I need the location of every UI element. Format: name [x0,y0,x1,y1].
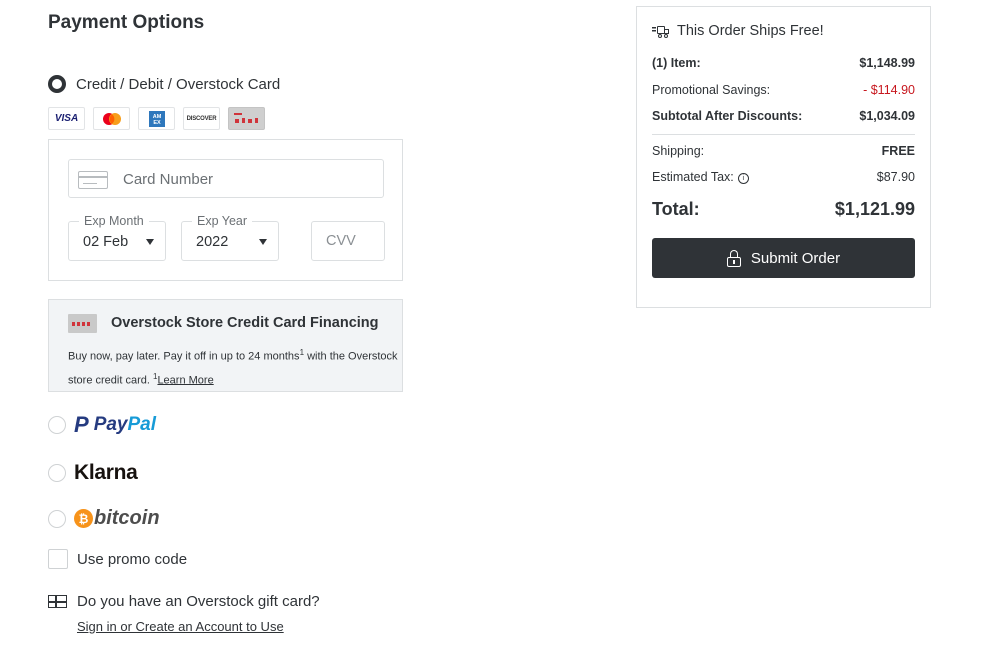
shipping-row: Shipping: FREE [652,144,915,158]
payment-option-bitcoin[interactable]: ₿ bitcoin [48,507,160,530]
card-number-placeholder: Card Number [123,171,214,188]
overstock-card-logo [228,107,265,130]
radio-paypal[interactable] [48,416,66,434]
total-row: Total: $1,121.99 [652,199,915,220]
gift-card-row: Do you have an Overstock gift card? [48,593,320,610]
visa-logo-text: VISA [54,113,79,124]
payment-option-card[interactable]: Credit / Debit / Overstock Card [48,75,280,93]
card-form: Card Number Exp Month 02 Feb Exp Year 20… [48,139,403,281]
amex-icon: AM EX [148,110,165,127]
overstock-card-icon [233,112,258,123]
bitcoin-icon: ₿ [74,509,93,528]
exp-month-label: Exp Month [79,214,149,228]
svg-text:EX: EX [153,120,161,126]
overstock-card-icon [68,314,97,333]
card-number-input[interactable]: Card Number [68,159,384,198]
sign-in-link[interactable]: Sign in or Create an Account to Use [77,619,284,634]
savings-label: Promotional Savings: [652,83,771,97]
lock-icon [726,249,741,267]
paypal-logo: P Pay Pal [74,412,156,438]
subtotal-value: $1,034.09 [859,109,915,123]
promo-code-row[interactable]: Use promo code [48,549,187,569]
exp-year-value: 2022 [196,234,229,250]
cvv-placeholder: CVV [326,233,356,249]
tax-value: $87.90 [876,170,915,184]
exp-year-label: Exp Year [192,214,253,228]
item-value: $1,148.99 [859,56,915,70]
financing-title: Overstock Store Credit Card Financing [111,315,379,331]
exp-year-select[interactable]: Exp Year 2022 [181,214,279,261]
submit-order-button[interactable]: Submit Order [652,238,915,278]
ships-free-banner: This Order Ships Free! [652,23,824,39]
order-summary: This Order Ships Free! (1) Item: $1,148.… [636,6,931,308]
submit-order-label: Submit Order [750,249,841,267]
shipping-label: Shipping: [652,144,705,158]
bitcoin-logo: ₿ bitcoin [74,507,160,530]
tax-label: Estimated Tax: [652,170,734,184]
radio-klarna[interactable] [48,464,66,482]
total-value: $1,121.99 [834,199,915,219]
amex-logo: AM EX [138,107,175,130]
savings-row: Promotional Savings: - $114.90 [652,83,915,97]
bitcoin-logo-text: bitcoin [94,507,160,529]
caret-down-icon [146,239,154,245]
gift-card-question: Do you have an Overstock gift card? [77,593,320,610]
payment-option-klarna[interactable]: Klarna [48,461,138,485]
visa-logo: VISA [48,107,85,130]
savings-value: - $114.90 [863,83,915,97]
promo-code-checkbox[interactable] [48,549,68,569]
caret-down-icon [259,239,267,245]
paypal-icon: P [74,412,89,437]
radio-card[interactable] [48,75,66,93]
ships-free-text: This Order Ships Free! [677,23,824,39]
mastercard-logo [93,107,130,130]
discover-logo: DISCOVER [183,107,220,130]
exp-month-select[interactable]: Exp Month 02 Feb [68,214,166,261]
subtotal-row: Subtotal After Discounts: $1,034.09 [652,109,915,123]
credit-card-icon [78,171,108,189]
summary-divider [652,134,915,135]
paypal-logo-pay: Pay [93,414,128,435]
truck-icon [652,25,670,38]
shipping-value: FREE [881,144,915,158]
item-label: (1) Item: [652,56,701,70]
gift-card-icon [48,595,67,608]
mastercard-icon [102,112,121,125]
discover-logo-text: DISCOVER [186,115,217,122]
tax-row: Estimated Tax: i $87.90 [652,170,915,184]
exp-month-value: 02 Feb [83,234,129,250]
subtotal-label: Subtotal After Discounts: [652,109,803,123]
radio-bitcoin[interactable] [48,509,66,528]
financing-text-part1: Buy now, pay later. Pay it off in up to … [68,350,300,363]
total-label: Total: [652,199,700,219]
learn-more-link[interactable]: Learn More [157,374,213,386]
info-icon[interactable]: i [737,173,749,184]
klarna-logo: Klarna [74,461,138,484]
cvv-input[interactable]: CVV [311,221,385,261]
page-title: Payment Options [48,12,205,33]
item-row: (1) Item: $1,148.99 [652,56,915,70]
tax-label-wrap: Estimated Tax: i [652,170,749,184]
accepted-cards: VISA AM EX DISCOVER [48,107,265,130]
payment-option-paypal[interactable]: P Pay Pal [48,412,156,438]
paypal-logo-pal: Pal [127,414,157,435]
promo-code-label: Use promo code [77,550,188,568]
radio-card-label: Credit / Debit / Overstock Card [76,75,281,93]
financing-text: Buy now, pay later. Pay it off in up to … [68,343,398,390]
financing-box: Overstock Store Credit Card Financing Bu… [48,299,403,392]
